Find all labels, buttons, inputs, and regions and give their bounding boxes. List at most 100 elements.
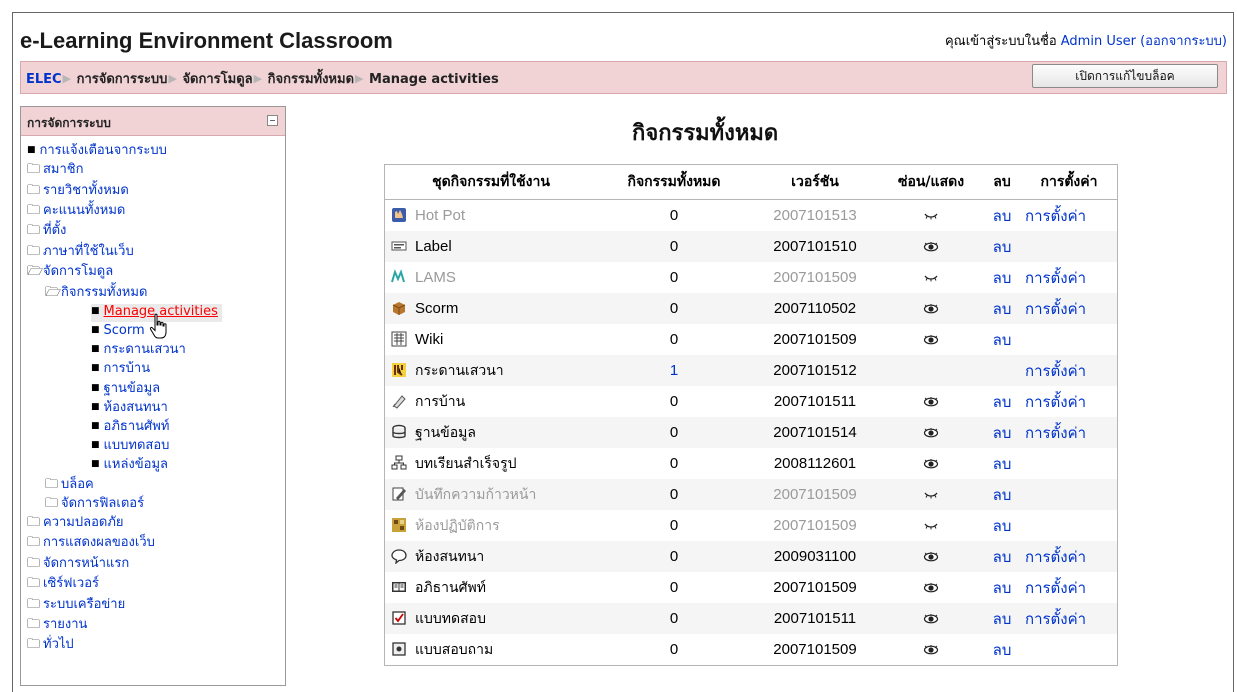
settings-cell — [1021, 479, 1118, 510]
col-header-settings: การตั้งค่า — [1021, 164, 1118, 200]
delete-link[interactable]: ลบ — [993, 610, 1012, 628]
sidebar-item[interactable]: ■ ฐานข้อมูล — [91, 381, 160, 399]
delete-link[interactable]: ลบ — [993, 238, 1012, 256]
settings-cell — [1021, 634, 1118, 666]
module-count: 0 — [597, 448, 751, 479]
settings-link[interactable]: การตั้งค่า — [1025, 393, 1086, 411]
sidebar-item[interactable]: 🗀 บล็อค — [45, 477, 94, 495]
sidebar-item-label: ความปลอดภัย — [43, 515, 124, 530]
bullet-icon: ■ — [91, 325, 100, 335]
settings-link[interactable]: การตั้งค่า — [1025, 269, 1086, 287]
breadcrumb-separator-icon: ▶ — [62, 72, 72, 85]
col-header-count[interactable]: กิจกรรมทั้งหมด — [597, 164, 751, 200]
delete-link[interactable]: ลบ — [993, 424, 1012, 442]
module-count[interactable]: 1 — [597, 355, 751, 386]
table-row: ห้องปฏิบัติการ 0 2007101509 ลบ — [385, 510, 1118, 541]
settings-link[interactable]: การตั้งค่า — [1025, 548, 1086, 566]
sidebar-item[interactable]: ■ แหล่งข้อมูล — [91, 457, 168, 475]
delete-link[interactable]: ลบ — [993, 331, 1012, 349]
visibility-toggle[interactable] — [879, 603, 983, 634]
sidebar-item-label: ภาษาที่ใช้ในเว็บ — [43, 243, 134, 259]
visibility-toggle[interactable] — [879, 324, 983, 355]
module-version: 2007101511 — [773, 393, 857, 410]
sidebar-item[interactable]: ■ การแจ้งเตือนจากระบบ — [27, 143, 167, 161]
delete-link[interactable]: ลบ — [993, 269, 1012, 287]
visibility-toggle[interactable] — [879, 262, 983, 293]
sidebar-item[interactable]: ■ แบบทดสอบ — [91, 438, 169, 456]
delete-link[interactable]: ลบ — [993, 393, 1012, 411]
collapse-icon[interactable] — [267, 115, 278, 126]
sidebar-item[interactable]: 🗀 จัดการหน้าแรก — [27, 556, 129, 574]
module-count-value: 0 — [669, 641, 679, 658]
sidebar-item[interactable]: 🗀 เซิร์ฟเวอร์ — [27, 576, 99, 594]
module-count-value[interactable]: 1 — [670, 362, 678, 379]
sidebar-item[interactable]: 🗁กิจกรรมทั้งหมด — [45, 285, 147, 303]
visibility-toggle[interactable] — [879, 293, 983, 324]
delete-link[interactable]: ลบ — [993, 517, 1012, 535]
sidebar-item[interactable]: 🗀 ระบบเครือข่าย — [27, 597, 125, 615]
module-name-cell: บันทึกความก้าวหน้า — [384, 479, 597, 510]
settings-link[interactable]: การตั้งค่า — [1025, 424, 1086, 442]
sidebar-item[interactable]: 🗀 คะแนนทั้งหมด — [27, 203, 125, 221]
sidebar-item[interactable]: 🗀 สมาชิก — [27, 162, 84, 180]
lams-icon — [391, 269, 407, 285]
survey-icon — [391, 641, 407, 657]
sidebar-item[interactable]: 🗀 ภาษาที่ใช้ในเว็บ — [27, 244, 134, 262]
visibility-toggle[interactable] — [879, 448, 983, 479]
module-name-cell: แบบสอบถาม — [385, 634, 598, 666]
delete-link[interactable]: ลบ — [993, 486, 1012, 504]
sidebar-item[interactable]: 🗀 ทั่วไป — [27, 637, 74, 655]
delete-link[interactable]: ลบ — [993, 300, 1012, 318]
visibility-toggle[interactable] — [879, 634, 983, 666]
settings-link[interactable]: การตั้งค่า — [1025, 362, 1086, 380]
settings-link[interactable]: การตั้งค่า — [1025, 579, 1086, 597]
breadcrumb-home[interactable]: ELEC — [26, 72, 62, 87]
sidebar-item[interactable]: ■ การบ้าน — [91, 361, 150, 379]
sidebar-item[interactable]: 🗁จัดการโมดูล — [27, 264, 113, 282]
delete-link[interactable]: ลบ — [993, 207, 1012, 225]
sidebar-item[interactable]: ■ กระดานเสวนา — [91, 342, 186, 360]
settings-link[interactable]: การตั้งค่า — [1025, 207, 1086, 225]
delete-link[interactable]: ลบ — [993, 579, 1012, 597]
sidebar-item[interactable]: 🗀 ความปลอดภัย — [27, 515, 124, 533]
wiki-icon — [391, 331, 407, 347]
visibility-toggle[interactable] — [879, 231, 983, 262]
module-count: 0 — [597, 386, 751, 417]
visibility-toggle[interactable] — [879, 386, 983, 417]
sidebar-item[interactable]: ■ อภิธานศัพท์ — [91, 419, 169, 437]
breadcrumb-admin[interactable]: การจัดการระบบ — [77, 72, 168, 87]
table-row: แบบทดสอบ 0 2007101511 ลบ การตั้งค่า — [384, 603, 1118, 634]
col-header-activity[interactable]: ชุดกิจกรรมที่ใช้งาน — [384, 164, 597, 200]
delete-cell: ลบ — [983, 541, 1021, 572]
sidebar-item[interactable]: 🗀 รายวิชาทั้งหมด — [27, 183, 129, 201]
sidebar-item[interactable]: ■ ห้องสนทนา — [91, 400, 168, 418]
sidebar-item[interactable]: ■ Manage activities — [91, 303, 222, 322]
sidebar-item[interactable]: 🗀 การแสดงผลของเว็บ — [27, 535, 155, 553]
sidebar-item[interactable]: 🗀 จัดการฟิลเตอร์ — [45, 496, 144, 514]
blocks-editing-button[interactable]: เปิดการแก้ไขบล็อค — [1032, 64, 1218, 88]
module-name: อภิธานศัพท์ — [415, 579, 486, 596]
sidebar-item[interactable]: 🗀 ที่ตั้ง — [27, 223, 66, 241]
delete-link[interactable]: ลบ — [993, 548, 1012, 566]
delete-link[interactable]: ลบ — [993, 455, 1012, 473]
visibility-toggle[interactable] — [879, 541, 983, 572]
col-header-version[interactable]: เวอร์ชัน — [751, 164, 879, 200]
journal-icon — [391, 486, 407, 502]
eye-closed-icon — [924, 523, 938, 530]
visibility-toggle[interactable] — [879, 200, 983, 232]
settings-link[interactable]: การตั้งค่า — [1025, 610, 1086, 628]
module-version: 2007101509 — [773, 579, 857, 596]
delete-cell: ลบ — [983, 386, 1021, 417]
visibility-toggle[interactable] — [879, 510, 983, 541]
sidebar-item[interactable]: 🗀 รายงาน — [27, 617, 87, 635]
visibility-toggle[interactable] — [879, 572, 983, 603]
settings-link[interactable]: การตั้งค่า — [1025, 300, 1086, 318]
delete-link[interactable]: ลบ — [993, 641, 1012, 659]
visibility-toggle[interactable] — [879, 417, 983, 448]
breadcrumb-activities[interactable]: กิจกรรมทั้งหมด — [268, 72, 354, 87]
sidebar-item[interactable]: ■ Scorm — [91, 323, 145, 341]
breadcrumb-modules[interactable]: จัดการโมดูล — [182, 72, 252, 87]
logout-link[interactable]: (ออกจากระบบ) — [1140, 34, 1227, 49]
visibility-toggle[interactable] — [879, 479, 983, 510]
user-name-link[interactable]: Admin User — [1061, 34, 1136, 49]
